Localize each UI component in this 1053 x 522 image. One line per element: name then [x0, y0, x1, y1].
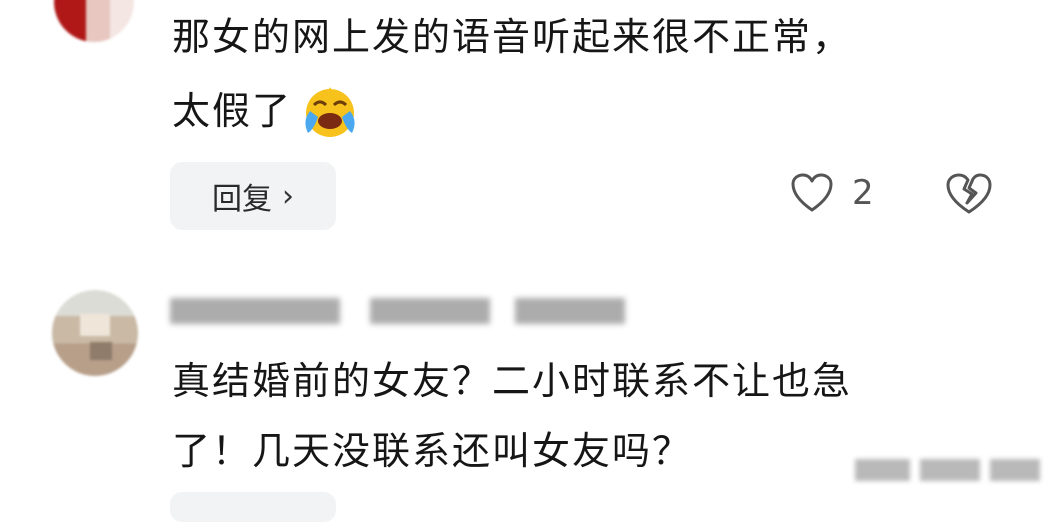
username-blurred[interactable]	[170, 292, 640, 328]
comment-text: 太假了	[172, 80, 360, 142]
reply-label: 回复	[212, 182, 272, 217]
broken-heart-icon[interactable]	[944, 172, 994, 216]
avatar[interactable]	[54, 0, 134, 42]
reply-button[interactable]: 回复 ›	[170, 162, 336, 230]
like-control[interactable]: 2	[790, 172, 874, 214]
timestamp-blurred	[855, 455, 1045, 483]
comment-text-line: 太假了	[172, 89, 293, 133]
avatar[interactable]	[52, 290, 138, 376]
comment-text: 了！几天没联系还叫女友吗？	[172, 429, 693, 473]
reply-button[interactable]	[170, 492, 336, 522]
comment-text: 真结婚前的女友？二小时联系不让也急	[172, 359, 853, 403]
like-count: 2	[852, 173, 874, 213]
crying-laughing-emoji-icon	[300, 81, 360, 141]
heart-icon[interactable]	[790, 172, 834, 214]
chevron-right-icon: ›	[282, 178, 294, 214]
comment-text: 那女的网上发的语音听起来很不正常，	[172, 15, 853, 59]
